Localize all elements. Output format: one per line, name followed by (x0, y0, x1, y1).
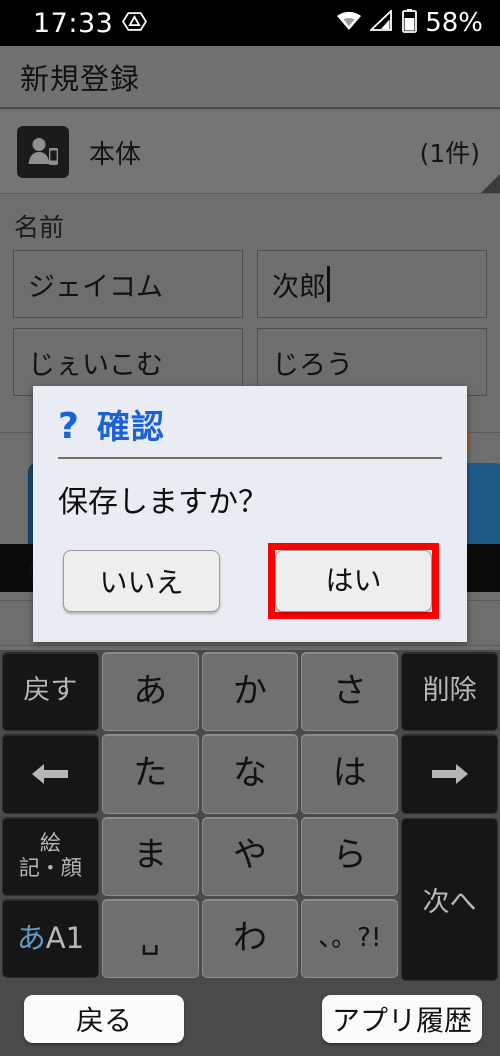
yes-button-highlight: はい (268, 543, 439, 619)
account-label: 本体 (89, 139, 142, 170)
key-mode-jp: あ (16, 921, 46, 956)
key-emoji-line1: 絵 (39, 830, 61, 855)
nav-back-button[interactable]: 戻る (24, 994, 184, 1043)
key-ma[interactable]: ま (101, 816, 199, 896)
status-bar-right: 58% (336, 8, 483, 38)
phone-screen: 17:33 58% 新規登録 本体 (1件) 名前 ジェイコム 次郎 じぇいこむ… (0, 0, 500, 1056)
key-space[interactable]: ␣ (101, 898, 199, 978)
key-undo[interactable]: 戻す (2, 652, 99, 732)
triangle-hexagon-icon (122, 9, 148, 38)
battery-icon (402, 9, 418, 37)
dialog-title: 確認 (96, 407, 165, 446)
confirm-dialog: ? 確認 保存しますか？ いいえ はい (33, 386, 467, 642)
software-keyboard: 戻す あ か さ 削除 た な は 絵 記・顔 ま や ら あA1 ␣ わ 、。… (0, 650, 500, 981)
key-ta[interactable]: た (101, 734, 199, 814)
key-mode-en: A1 (45, 921, 85, 956)
account-selector[interactable]: 本体 (1件) (0, 111, 500, 194)
key-ra[interactable]: ら (301, 816, 399, 896)
key-delete[interactable]: 削除 (401, 652, 498, 732)
name-form: 名前 ジェイコム 次郎 じぇいこむ じろう (0, 194, 500, 406)
first-name-input[interactable]: 次郎 (257, 250, 487, 318)
dialog-divider (58, 457, 442, 459)
nav-recent-apps-button[interactable]: アプリ履歴 (322, 994, 482, 1043)
question-mark-icon: ? (58, 406, 79, 447)
key-ka[interactable]: か (201, 652, 299, 732)
key-next[interactable]: 次へ (401, 818, 498, 981)
key-emoji-symbol-face[interactable]: 絵 記・顔 (2, 816, 99, 896)
keyboard-row-1: 戻す あ か さ 削除 (2, 652, 498, 732)
name-section-label: 名前 (14, 213, 65, 242)
yes-button[interactable]: はい (275, 550, 432, 612)
no-button[interactable]: いいえ (63, 550, 220, 612)
battery-percent: 58% (425, 8, 483, 38)
key-emoji-line2: 記・顔 (18, 856, 82, 881)
status-bar: 17:33 58% (0, 0, 500, 46)
wifi-icon (336, 10, 362, 36)
text-cursor (327, 266, 330, 302)
last-name-input[interactable]: ジェイコム (13, 250, 243, 318)
key-wa[interactable]: わ (201, 898, 299, 978)
key-punctuation[interactable]: 、。?! (301, 898, 399, 978)
key-a[interactable]: あ (101, 652, 199, 732)
system-nav-bar: 戻る アプリ履歴 (0, 981, 500, 1056)
key-ya[interactable]: や (201, 816, 299, 896)
dropdown-caret-icon (481, 174, 500, 193)
account-count: (1件) (419, 139, 480, 168)
status-time: 17:33 (33, 7, 114, 39)
arrow-left-icon (32, 763, 69, 784)
cellular-signal-icon (368, 8, 394, 36)
status-bar-left: 17:33 (33, 7, 148, 39)
key-arrow-right[interactable] (401, 734, 498, 814)
dialog-header: ? 確認 (33, 386, 467, 448)
dialog-buttons: いいえ はい (33, 543, 467, 619)
key-input-mode[interactable]: あA1 (2, 898, 99, 978)
key-arrow-left[interactable] (2, 734, 99, 814)
arrow-right-icon (431, 763, 468, 784)
first-name-value: 次郎 (272, 271, 326, 303)
key-na[interactable]: な (201, 734, 299, 814)
keyboard-row-2: た な は (2, 734, 498, 814)
app-title-bar: 新規登録 (0, 46, 500, 109)
last-name-kana-value: じぇいこむ (28, 349, 163, 381)
first-name-kana-value: じろう (272, 349, 353, 381)
last-name-value: ジェイコム (28, 271, 163, 303)
dialog-message: 保存しますか？ (58, 485, 268, 520)
contact-device-icon (17, 126, 69, 178)
name-row: ジェイコム 次郎 (0, 250, 500, 318)
background-divider-3 (0, 645, 500, 646)
key-ha[interactable]: は (301, 734, 399, 814)
page-title: 新規登録 (20, 61, 141, 96)
key-sa[interactable]: さ (301, 652, 399, 732)
